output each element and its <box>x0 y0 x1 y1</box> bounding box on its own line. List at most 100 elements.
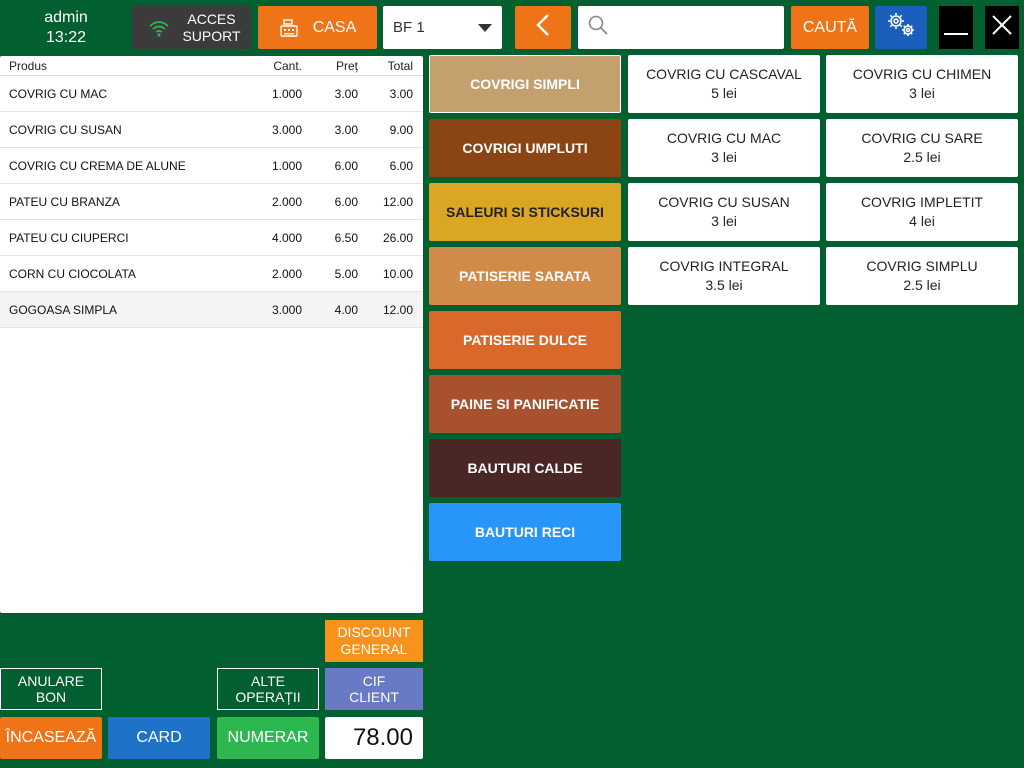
search-button-label: CAUTĂ <box>802 18 858 36</box>
row-price: 3.00 <box>334 86 358 101</box>
row-price: 6.00 <box>334 158 358 173</box>
wifi-icon <box>142 19 176 37</box>
client-label: CLIENT <box>349 689 399 705</box>
table-row[interactable]: PATEU CU BRANZA 2.000 6.00 12.00 <box>0 184 423 220</box>
product-name: COVRIG CU MAC <box>666 130 782 146</box>
cif-label: CIF <box>362 673 386 689</box>
category-bauturi-reci[interactable]: BAUTURI RECI <box>429 503 621 561</box>
row-price: 5.00 <box>334 266 358 281</box>
category-covrigi-umpluti[interactable]: COVRIGI UMPLUTI <box>429 119 621 177</box>
search-button[interactable]: CAUTĂ <box>791 6 869 49</box>
row-name: COVRIG CU MAC <box>9 86 108 101</box>
category-patiserie-dulce[interactable]: PATISERIE DULCE <box>429 311 621 369</box>
anulare-label: ANULARE <box>17 673 85 689</box>
row-name: COVRIG CU CREMA DE ALUNE <box>9 158 186 173</box>
product-tile[interactable]: COVRIG INTEGRAL 3.5 lei <box>628 247 820 305</box>
row-total: 6.00 <box>389 158 413 173</box>
suport-label: SUPORT <box>182 27 241 44</box>
product-tile[interactable]: COVRIG CU SUSAN 3 lei <box>628 183 820 241</box>
row-qty: 3.000 <box>271 122 302 137</box>
product-name: COVRIG SIMPLU <box>866 258 978 274</box>
product-name: COVRIG CU CHIMEN <box>852 66 992 82</box>
cash-payment-button[interactable]: NUMERAR <box>217 717 319 759</box>
alte-label: ALTE <box>251 673 285 689</box>
row-name: PATEU CU BRANZA <box>9 194 120 209</box>
row-qty: 4.000 <box>271 230 302 245</box>
product-name: COVRIG INTEGRAL <box>659 258 789 274</box>
clock: 13:22 <box>45 29 87 46</box>
checkout-button[interactable]: ÎNCASEAZĂ <box>0 717 102 759</box>
gears-icon <box>885 11 917 44</box>
minimize-button[interactable] <box>939 6 973 49</box>
row-qty: 3.000 <box>271 302 302 317</box>
row-price: 3.00 <box>334 122 358 137</box>
settings-button[interactable] <box>875 6 927 49</box>
row-qty: 1.000 <box>271 158 302 173</box>
receipt-table: Produs Cant. Preț Total COVRIG CU MAC 1.… <box>0 56 423 613</box>
col-total: Total <box>387 58 413 73</box>
table-row-selected[interactable]: GOGOASA SIMPLA 3.000 4.00 12.00 <box>0 292 423 328</box>
row-total: 12.00 <box>382 194 413 209</box>
table-row[interactable]: COVRIG CU MAC 1.000 3.00 3.00 <box>0 76 423 112</box>
bon-label: BON <box>35 689 67 705</box>
product-price: 3 lei <box>909 85 935 101</box>
cif-client-button[interactable]: CIF CLIENT <box>325 668 423 710</box>
search-box[interactable] <box>578 6 784 49</box>
casa-button[interactable]: CASA <box>258 6 377 49</box>
cash-register-icon <box>279 18 299 37</box>
caret-down-icon <box>478 19 492 36</box>
product-tile[interactable]: COVRIG IMPLETIT 4 lei <box>826 183 1018 241</box>
col-product: Produs <box>9 58 48 73</box>
discount-general-button[interactable]: DISCOUNT GENERAL <box>325 620 423 662</box>
col-qty: Cant. <box>273 58 302 73</box>
casa-label: CASA <box>312 18 357 36</box>
product-price: 4 lei <box>909 213 935 229</box>
product-tile[interactable]: COVRIG CU CASCAVAL 5 lei <box>628 55 820 113</box>
row-name: PATEU CU CIUPERCI <box>9 230 129 245</box>
table-row[interactable]: PATEU CU CIUPERCI 4.000 6.50 26.00 <box>0 220 423 256</box>
receipt-header: Produs Cant. Preț Total <box>0 56 423 76</box>
table-row[interactable]: COVRIG CU SUSAN 3.000 3.00 9.00 <box>0 112 423 148</box>
cancel-receipt-button[interactable]: ANULARE BON <box>0 668 102 710</box>
product-tile[interactable]: COVRIG SIMPLU 2.5 lei <box>826 247 1018 305</box>
product-tile[interactable]: COVRIG CU MAC 3 lei <box>628 119 820 177</box>
table-row[interactable]: CORN CU CIOCOLATA 2.000 5.00 10.00 <box>0 256 423 292</box>
category-covrigi-simpli[interactable]: COVRIGI SIMPLI <box>429 55 621 113</box>
row-total: 10.00 <box>382 266 413 281</box>
row-name: GOGOASA SIMPLA <box>9 302 118 317</box>
row-qty: 1.000 <box>271 86 302 101</box>
card-payment-button[interactable]: CARD <box>108 717 210 759</box>
general-label: GENERAL <box>340 641 408 657</box>
row-total: 26.00 <box>382 230 413 245</box>
close-button[interactable] <box>985 6 1019 49</box>
discount-label: DISCOUNT <box>337 624 411 640</box>
product-price: 2.5 lei <box>903 149 941 165</box>
product-name: COVRIG IMPLETIT <box>860 194 984 210</box>
product-name: COVRIG CU SUSAN <box>658 194 790 210</box>
product-tile[interactable]: COVRIG CU SARE 2.5 lei <box>826 119 1018 177</box>
category-paine-si-panificatie[interactable]: PAINE SI PANIFICATIE <box>429 375 621 433</box>
row-total: 12.00 <box>382 302 413 317</box>
col-price: Preț <box>335 58 358 73</box>
chevron-left-icon <box>536 13 550 42</box>
other-operations-button[interactable]: ALTE OPERAȚII <box>217 668 319 710</box>
back-button[interactable] <box>515 6 571 49</box>
category-bauturi-calde[interactable]: BAUTURI CALDE <box>429 439 621 497</box>
row-price: 6.00 <box>334 194 358 209</box>
product-name: COVRIG CU CASCAVAL <box>646 66 802 82</box>
category-patiserie-sarata[interactable]: PATISERIE SARATA <box>429 247 621 305</box>
product-tile[interactable]: COVRIG CU CHIMEN 3 lei <box>826 55 1018 113</box>
support-access-button[interactable]: ACCES SUPORT <box>132 6 251 49</box>
row-total: 3.00 <box>389 86 413 101</box>
username: admin <box>44 9 88 26</box>
bf-value: BF 1 <box>393 19 425 36</box>
row-name: COVRIG CU SUSAN <box>9 122 122 137</box>
table-row[interactable]: COVRIG CU CREMA DE ALUNE 1.000 6.00 6.00 <box>0 148 423 184</box>
operatii-label: OPERAȚII <box>235 689 301 705</box>
category-saleuri-si-sticksuri[interactable]: SALEURI SI STICKSURI <box>429 183 621 241</box>
product-price: 3 lei <box>711 149 737 165</box>
product-name: COVRIG CU SARE <box>861 130 983 146</box>
bf-select[interactable]: BF 1 <box>383 6 502 49</box>
row-price: 6.50 <box>334 230 358 245</box>
search-input[interactable] <box>616 19 776 36</box>
